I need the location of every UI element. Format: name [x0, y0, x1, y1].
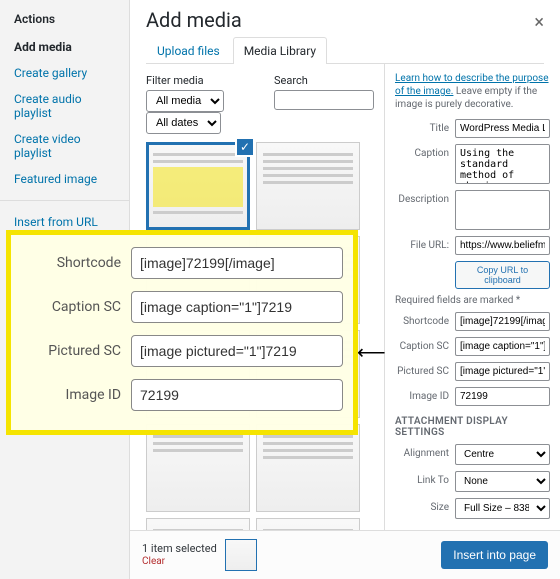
- sidebar-divider: [0, 200, 129, 201]
- copy-url-button[interactable]: Copy URL to clipboard: [455, 261, 550, 289]
- callout-captionsc-label: Caption SC: [21, 299, 121, 315]
- sidebar-item-featured-image[interactable]: Featured image: [0, 166, 129, 192]
- callout-picturedsc-label: Pictured SC: [21, 343, 121, 359]
- title-field[interactable]: [455, 119, 550, 138]
- description-label: Description: [395, 190, 449, 205]
- caption-field[interactable]: Using the standard method of showing an …: [455, 144, 550, 184]
- shortcode-field[interactable]: [455, 312, 550, 331]
- caption-label: Caption: [395, 144, 449, 159]
- size-label: Size: [395, 498, 449, 513]
- modal-header: Add media × Upload files Media Library: [130, 0, 560, 64]
- media-thumbnail[interactable]: [146, 424, 250, 512]
- image-id-field[interactable]: [455, 387, 550, 406]
- media-thumbnail[interactable]: [146, 518, 250, 530]
- clear-selection-link[interactable]: Clear: [142, 556, 217, 568]
- alignment-label: Alignment: [395, 444, 449, 459]
- search-group: Search: [274, 74, 374, 134]
- filter-media-group: Filter media All media All dates: [146, 74, 250, 134]
- sidebar-item-create-audio-playlist[interactable]: Create audio playlist: [0, 86, 129, 126]
- media-thumbnail[interactable]: [256, 518, 360, 530]
- media-thumbnail[interactable]: [256, 142, 360, 230]
- sidebar-item-create-video-playlist[interactable]: Create video playlist: [0, 126, 129, 166]
- fileurl-label: File URL:: [395, 236, 449, 251]
- attachment-details: Learn how to describe the purpose of the…: [385, 64, 560, 530]
- fileurl-field[interactable]: [455, 236, 550, 255]
- insert-into-page-button[interactable]: Insert into page: [441, 541, 548, 569]
- filters-row: Filter media All media All dates Search: [146, 74, 374, 134]
- tab-upload-files[interactable]: Upload files: [146, 37, 231, 64]
- footer-selection: 1 item selected Clear: [142, 539, 257, 571]
- close-icon[interactable]: ×: [534, 12, 544, 33]
- arrow-icon: ⟵: [357, 340, 386, 364]
- image-id-label: Image ID: [395, 387, 449, 402]
- linkto-label: Link To: [395, 471, 449, 486]
- check-icon: ✓: [235, 137, 255, 157]
- caption-sc-field[interactable]: [455, 337, 550, 356]
- required-note: Required fields are marked *: [395, 295, 550, 306]
- sidebar-item-add-media[interactable]: Add media: [0, 34, 129, 60]
- callout-imageid-label: Image ID: [21, 387, 121, 403]
- title-label: Title: [395, 119, 449, 134]
- tabs: Upload files Media Library: [146, 36, 544, 64]
- pictured-sc-field[interactable]: [455, 362, 550, 381]
- callout-highlight: Shortcode Caption SC Pictured SC Image I…: [6, 230, 358, 435]
- shortcode-label: Shortcode: [395, 312, 449, 327]
- modal-title: Add media: [146, 8, 242, 32]
- display-settings-heading: ATTACHMENT DISPLAY SETTINGS: [395, 416, 550, 438]
- selected-thumb[interactable]: [225, 539, 257, 571]
- actions-heading: Actions: [14, 12, 129, 26]
- filter-media-label: Filter media: [146, 74, 250, 87]
- filter-media-type-select[interactable]: All media: [146, 90, 224, 112]
- filter-media-date-select[interactable]: All dates: [146, 112, 221, 134]
- callout-picturedsc-field[interactable]: [131, 335, 343, 367]
- callout-shortcode-label: Shortcode: [21, 255, 121, 271]
- alignment-select[interactable]: Centre: [455, 444, 550, 465]
- callout-shortcode-field[interactable]: [131, 247, 343, 279]
- alt-text-help: Learn how to describe the purpose of the…: [395, 72, 550, 111]
- pictured-sc-label: Pictured SC: [395, 362, 449, 377]
- caption-sc-label: Caption SC: [395, 337, 449, 352]
- media-thumbnail[interactable]: [256, 424, 360, 512]
- search-label: Search: [274, 74, 374, 87]
- callout-captionsc-field[interactable]: [131, 291, 343, 323]
- search-input[interactable]: [274, 90, 374, 110]
- linkto-select[interactable]: None: [455, 471, 550, 492]
- selected-count: 1 item selected: [142, 542, 217, 555]
- callout-imageid-field[interactable]: [131, 379, 343, 411]
- description-field[interactable]: [455, 190, 550, 230]
- footer-bar: 1 item selected Clear Insert into page: [130, 530, 560, 579]
- size-select[interactable]: Full Size – 838 × 821: [455, 498, 550, 519]
- media-thumbnail[interactable]: ✓: [146, 142, 250, 230]
- tab-media-library[interactable]: Media Library: [233, 37, 327, 64]
- sidebar-item-create-gallery[interactable]: Create gallery: [0, 60, 129, 86]
